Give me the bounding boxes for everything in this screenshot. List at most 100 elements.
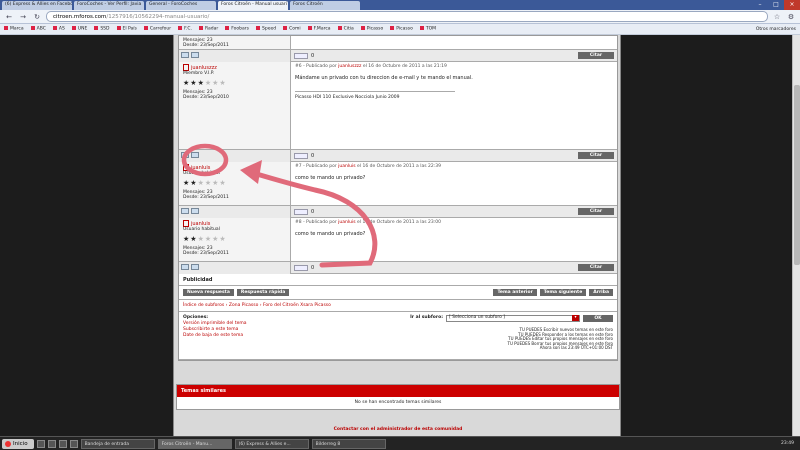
goto-label: Ir al subforo:	[410, 315, 443, 321]
bookmark-item[interactable]: Marca	[4, 26, 24, 32]
new-reply-button[interactable]: Nueva respuesta	[183, 289, 234, 296]
contact-admin-link[interactable]: Contactar con el administrador de esta c…	[174, 427, 622, 432]
current-time: Ahora son las 23:49 UTC+01:00 DST	[539, 345, 613, 350]
browser-tab[interactable]: (6) Express & Allies en Faceboo	[2, 1, 72, 10]
bookmark-item[interactable]: TOM	[420, 26, 436, 32]
scrollbar[interactable]	[792, 35, 800, 436]
bookmark-item[interactable]: UNE	[72, 26, 88, 32]
vote-count: 0	[311, 52, 315, 59]
post-author-name[interactable]: juanluis	[183, 220, 286, 227]
post-join-date: Desde: 23/Sep/2011	[183, 195, 229, 200]
quote-button[interactable]: Citar	[578, 52, 614, 59]
post-published-by: Publicado por	[306, 220, 337, 225]
bookmark-item[interactable]: SSD	[94, 26, 109, 32]
quicklaunch-icon[interactable]	[47, 439, 56, 448]
bookmark-item[interactable]: El País	[117, 26, 137, 32]
forward-icon[interactable]: →	[18, 12, 28, 22]
bookmark-item[interactable]: Picasso	[390, 26, 413, 32]
bookmark-item[interactable]: AS	[53, 26, 65, 32]
option-link[interactable]: Date de baja de este tema	[183, 333, 333, 339]
reload-icon[interactable]: ↻	[32, 12, 42, 22]
profile-icon[interactable]	[181, 151, 189, 158]
quicklaunch-icon[interactable]	[36, 439, 45, 448]
taskbar-item[interactable]: (6) Express & Allies e...	[234, 438, 309, 449]
top-button[interactable]: Arriba	[589, 289, 613, 296]
bookmarks-bar: Marca ABC AS UNE SSD El País Carrefour F.C. Rada…	[0, 24, 800, 35]
breadcrumb[interactable]: Índice de subforos › Zona Picasso › Foro…	[179, 300, 617, 312]
bookmark-item[interactable]: Comi	[283, 26, 301, 32]
post-header-author[interactable]: juanluszzz	[338, 64, 361, 69]
bookmark-item[interactable]: Citia	[338, 26, 354, 32]
post-buttons-row: 0 Citar	[179, 49, 617, 62]
quote-button[interactable]: Citar	[578, 208, 614, 215]
close-icon[interactable]: ×	[784, 0, 800, 10]
taskbar-item-active[interactable]: Foros Citroën - Manu...	[157, 438, 232, 449]
topic-table: Mensajes: 23 Desde: 23/Sep/2011 0 Citar juan…	[178, 35, 618, 361]
star-icon: ★	[190, 179, 198, 187]
private-message-icon[interactable]	[191, 151, 199, 158]
bookmark-item[interactable]: Speed	[256, 26, 276, 32]
rating-stars: ★★★★★★	[183, 79, 286, 87]
star-icon: ★	[219, 235, 227, 243]
start-button[interactable]: Inicio	[2, 438, 34, 449]
vote-count: 0	[311, 208, 315, 215]
back-icon[interactable]: ←	[4, 12, 14, 22]
browser-tab-active[interactable]: Foros Citroën - Manual usuari	[218, 1, 288, 10]
bookmark-item[interactable]: F.C.	[178, 26, 192, 32]
post-number: #8 -	[295, 220, 305, 225]
vote-button[interactable]	[294, 264, 308, 271]
post: juanluis Usuario habitual ★★★★★★ Mensajes: …	[179, 162, 617, 206]
browser-tab[interactable]: ForoCoches - Ver Perfil: Javia	[74, 1, 144, 10]
wrench-icon[interactable]: ⚙	[786, 12, 796, 22]
address-bar[interactable]: citroen.mforos.com/1257916/10562294-manu…	[46, 11, 768, 22]
ok-button[interactable]: OK	[583, 315, 613, 322]
subforum-select[interactable]: [ Selecciona un subforo ]	[446, 315, 580, 322]
star-icon[interactable]: ☆	[772, 12, 782, 22]
star-icon: ★	[190, 235, 198, 243]
minimize-icon[interactable]: –	[752, 0, 768, 10]
quicklaunch-icon[interactable]	[69, 439, 78, 448]
post-body: #6 - Publicado por juanluszzz el 16 de O…	[291, 62, 617, 149]
bookmark-item[interactable]: Foobars	[225, 26, 249, 32]
quick-reply-button[interactable]: Respuesta rápida	[236, 289, 290, 296]
profile-icon[interactable]	[181, 263, 189, 270]
browser-tab[interactable]: Foros Citroën	[290, 1, 360, 10]
taskbar-item[interactable]: Bandeja de entrada	[80, 438, 155, 449]
taskbar-item[interactable]: Bilderreg 8	[311, 438, 386, 449]
profile-icon[interactable]	[181, 51, 189, 58]
browser-tab[interactable]: General - ForoCoches	[146, 1, 216, 10]
profile-icon[interactable]	[181, 207, 189, 214]
vote-button[interactable]	[294, 52, 308, 59]
post-header-author[interactable]: juanluis	[338, 164, 355, 169]
post-action-icons: 0 Citar	[291, 50, 617, 61]
private-message-icon[interactable]	[191, 51, 199, 58]
quicklaunch-icon[interactable]	[58, 439, 67, 448]
similar-topics-empty: No se han encontrado temas similares	[354, 400, 442, 405]
bookmark-item[interactable]: F.Marca	[308, 26, 331, 32]
topic-actions: Nueva respuesta Respuesta rápida Tema ante…	[179, 286, 617, 300]
vote-count: 0	[311, 152, 315, 159]
bookmark-item[interactable]: ABC	[31, 26, 46, 32]
similar-topics-box: Temas similares No se han encontrado tem…	[176, 384, 620, 410]
post-header-author[interactable]: juanluis	[338, 220, 355, 225]
post-author-name[interactable]: juanluszzz	[183, 64, 286, 71]
post-buttons-row: 0 Citar	[179, 205, 617, 218]
private-message-icon[interactable]	[191, 263, 199, 270]
bookmark-item[interactable]: Picasso	[361, 26, 384, 32]
next-topic-button[interactable]: Tema siguiente	[539, 289, 587, 296]
prev-topic-button[interactable]: Tema anterior	[493, 289, 537, 296]
vote-button[interactable]	[294, 152, 308, 159]
vote-button[interactable]	[294, 208, 308, 215]
private-message-icon[interactable]	[191, 207, 199, 214]
bookmark-item[interactable]: Radar	[199, 26, 218, 32]
bookmark-item[interactable]: Carrefour	[144, 26, 171, 32]
post-action-icons: 0 Citar	[291, 262, 617, 273]
post-author-panel: juanluszzz Miembro V.I.P. ★★★★★★ Mensajes: …	[179, 62, 291, 149]
quote-button[interactable]: Citar	[578, 264, 614, 271]
maximize-icon[interactable]: □	[768, 0, 784, 10]
other-bookmarks[interactable]: Otros marcadores	[756, 27, 796, 32]
star-icon: ★	[197, 235, 205, 243]
post-author-name[interactable]: juanluis	[183, 164, 286, 171]
scrollbar-thumb[interactable]	[794, 85, 800, 265]
quote-button[interactable]: Citar	[578, 152, 614, 159]
